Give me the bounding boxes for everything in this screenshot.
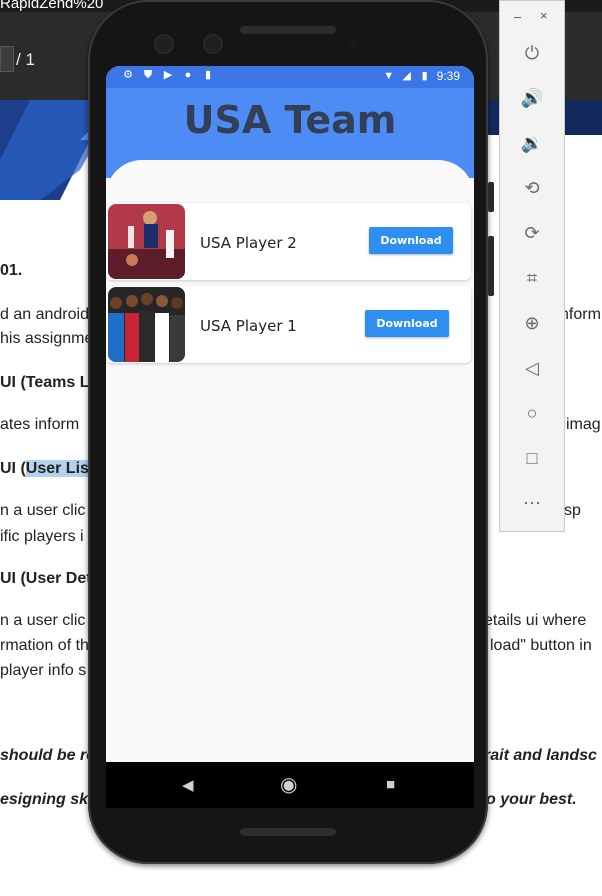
emulator-window-controls: – × (500, 1, 564, 31)
doc-line: esigning ski (0, 791, 93, 808)
home-icon[interactable]: ◉ (280, 772, 297, 797)
emulator-panel: – × ⏻ 🔊 🔉 ⟲ ⟳ ⌗ ⊕ ◁ ○ □ ⋯ (499, 0, 565, 532)
zoom-icon[interactable]: ⊕ (516, 311, 548, 335)
wifi-icon: ▼ (383, 70, 395, 82)
back-icon[interactable]: ◀ (182, 776, 194, 794)
rotate-left-icon[interactable]: ⟲ (516, 176, 548, 200)
doc-line: his assignme (0, 330, 94, 347)
proximity-sensor (349, 38, 359, 48)
player-image (108, 204, 185, 279)
doc-line: etails ui where (484, 612, 587, 629)
battery-icon: ▮ (421, 70, 428, 82)
settings-icon: ⚙ (123, 69, 133, 81)
circle-icon: ● (184, 69, 192, 81)
doc-line: o your best. (486, 791, 577, 808)
signal-icon: ◢ (402, 70, 411, 82)
camera-icon[interactable]: ⌗ (516, 266, 548, 290)
doc-line: n a user clic (0, 612, 86, 629)
doc-line: UI (User List (0, 460, 95, 477)
player-card[interactable]: USA Player 1 Download (106, 286, 471, 363)
doc-line: ific players i (0, 528, 84, 545)
shield-icon: ⛊ (143, 69, 153, 81)
app-screen: ⚙ ⛊ ▶ ● ▮ ▼ ◢ ▮ 9:39 USA Team USA Player… (106, 66, 474, 808)
doc-line: imag (566, 416, 601, 433)
front-sensor (203, 34, 223, 54)
doc-line: should be re (0, 747, 96, 764)
doc-line: ates inform (0, 416, 80, 433)
player-name: USA Player 1 (200, 317, 297, 335)
volume-up-icon[interactable]: 🔊 (516, 86, 548, 110)
doc-line: UI (User Det (0, 570, 92, 587)
back-icon[interactable]: ◁ (516, 356, 548, 380)
player-card[interactable]: USA Player 2 Download (106, 203, 471, 280)
speaker-bottom (240, 828, 336, 836)
side-button (488, 182, 494, 212)
download-button[interactable]: Download (365, 310, 449, 337)
doc-line: rait and landsc (484, 747, 597, 764)
side-button (488, 236, 494, 296)
status-icons: ⚙ ⛊ ▶ ● ▮ (122, 69, 214, 81)
speaker (240, 26, 336, 34)
play-icon: ▶ (163, 69, 173, 81)
status-time: 9:39 (436, 69, 460, 83)
more-icon[interactable]: ⋯ (516, 491, 548, 515)
front-camera (154, 34, 174, 54)
doc-title: RapidZend%20 (0, 0, 104, 12)
doc-line: nform (560, 306, 601, 323)
status-right: ▼ ◢ ▮ 9:39 (383, 69, 460, 83)
power-icon[interactable]: ⏻ (516, 41, 548, 65)
doc-line: d an android (0, 306, 89, 323)
nav-bar: ◀ ◉ ■ (106, 762, 474, 808)
close-button[interactable]: × (540, 8, 548, 23)
minimize-button[interactable]: – (514, 9, 521, 24)
page-number-input[interactable] (0, 46, 14, 72)
home-icon[interactable]: ○ (516, 401, 548, 425)
overview-icon[interactable]: ■ (386, 776, 395, 793)
volume-down-icon[interactable]: 🔉 (516, 131, 548, 155)
doc-line: 01. (0, 262, 23, 279)
sd-card-icon: ▮ (204, 69, 212, 81)
doc-line: player info s (0, 662, 87, 679)
app-title: USA Team (183, 98, 397, 142)
rotate-right-icon[interactable]: ⟳ (516, 221, 548, 245)
doc-line: load" button in (490, 637, 592, 654)
page-count: / 1 (16, 50, 35, 69)
doc-line: rmation of th (0, 637, 89, 654)
player-name: USA Player 2 (200, 234, 297, 252)
status-bar: ⚙ ⛊ ▶ ● ▮ ▼ ◢ ▮ 9:39 (106, 66, 474, 88)
download-button[interactable]: Download (369, 227, 453, 254)
player-image (108, 287, 185, 362)
doc-line: n a user clic (0, 502, 86, 519)
overview-icon[interactable]: □ (516, 446, 548, 470)
header-curve (106, 160, 474, 200)
